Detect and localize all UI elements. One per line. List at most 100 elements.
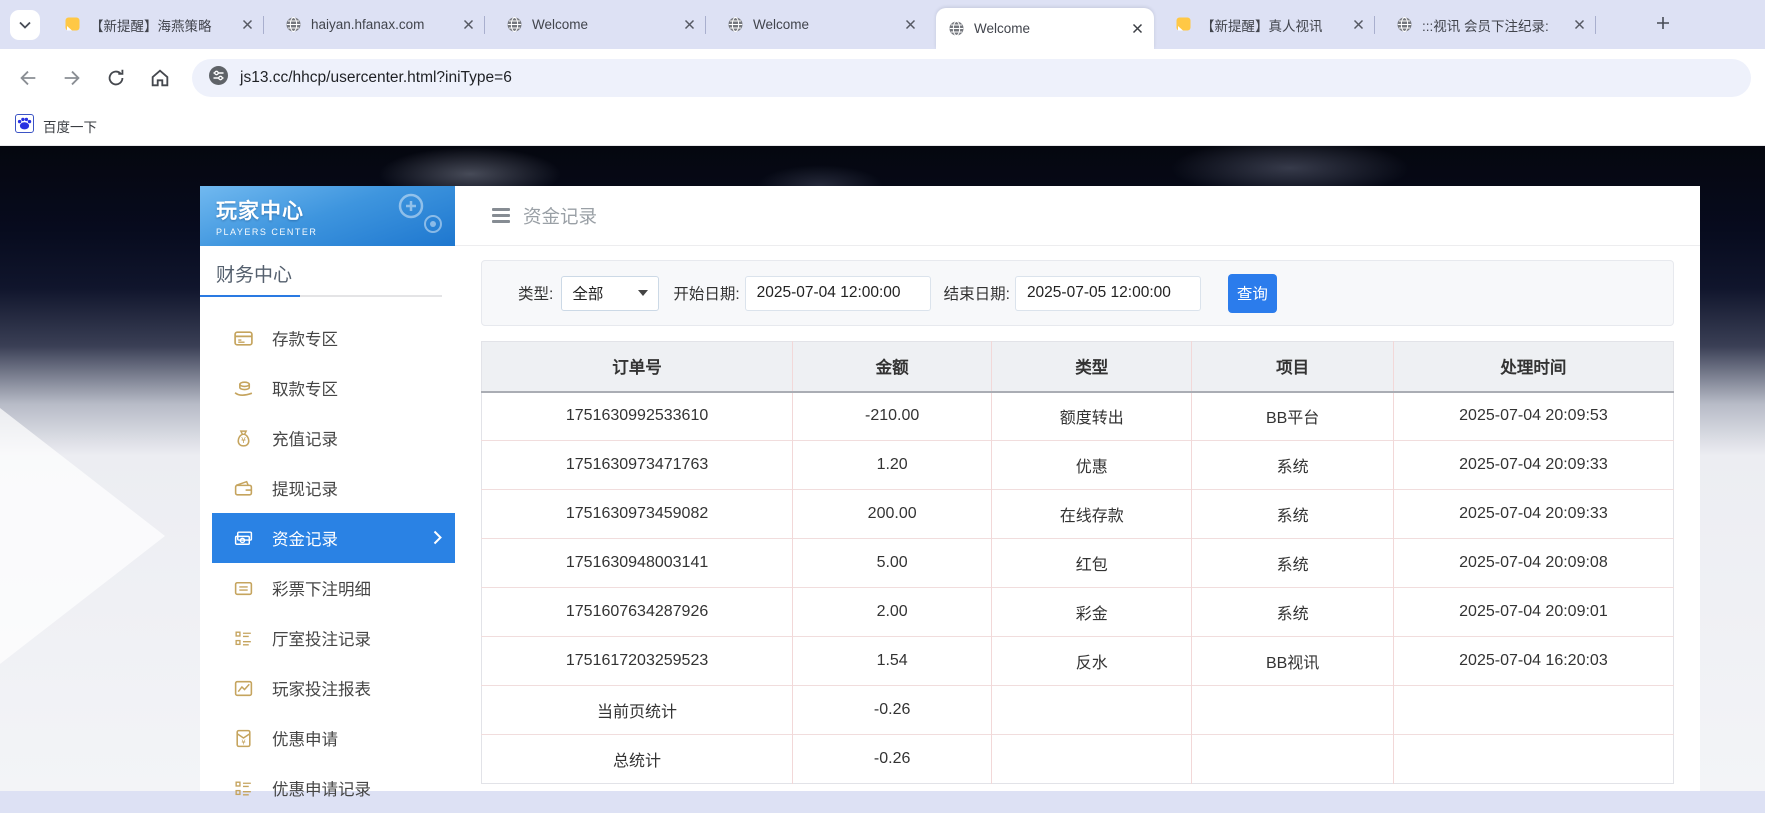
sidebar-item-label: 资金记录 xyxy=(272,526,338,550)
tab-hfanax[interactable]: haiyan.hfanax.com xyxy=(273,8,485,41)
hand-coins-icon xyxy=(233,378,254,399)
chart-report-icon xyxy=(233,678,254,699)
svg-text:¥: ¥ xyxy=(241,436,246,445)
close-icon[interactable] xyxy=(1571,16,1588,33)
new-tab-button[interactable] xyxy=(1650,12,1676,38)
tab-welcome-1[interactable]: Welcome xyxy=(494,8,706,41)
url-bar[interactable]: js13.cc/hhcp/usercenter.html?iniType=6 xyxy=(192,59,1751,97)
cell-order-no: 1751630948003141 xyxy=(482,539,793,588)
tab-title: 【新提醒】海燕策略 xyxy=(90,15,235,35)
type-select[interactable]: 全部 xyxy=(561,276,659,311)
table-row: 1751607634287926 2.00 彩金 系统 2025-07-04 2… xyxy=(482,588,1674,637)
cell-order-no: 1751617203259523 xyxy=(482,637,793,686)
cell-amount: -210.00 xyxy=(793,392,992,441)
cell-project: 系统 xyxy=(1192,441,1393,490)
tab-zhenren-alert[interactable]: 【新提醒】真人视讯 xyxy=(1163,8,1375,41)
table-row: 1751630992533610 -210.00 额度转出 BB平台 2025-… xyxy=(482,392,1674,441)
end-date-input[interactable] xyxy=(1015,276,1201,311)
cell-type: 红包 xyxy=(992,539,1192,588)
table-row-page-total: 当前页统计 -0.26 xyxy=(482,686,1674,735)
web-page: 玩家中心 PLAYERS CENTER 财务中心 存款专区 取款专区 xyxy=(0,146,1765,791)
sidebar-item-withdrawal-record[interactable]: 提现记录 xyxy=(200,463,455,513)
home-icon[interactable] xyxy=(148,66,172,90)
ticket-list-icon xyxy=(233,578,254,599)
globe-icon xyxy=(506,16,523,33)
cell-label: 总统计 xyxy=(482,735,793,784)
type-label: 类型: xyxy=(518,282,553,304)
sidebar-item-lottery-bet-detail[interactable]: 彩票下注明细 xyxy=(200,563,455,613)
sidebar-item-label: 厅室投注记录 xyxy=(272,626,371,650)
funds-record-table: 订单号 金额 类型 项目 处理时间 1751630992533610 -210.… xyxy=(481,341,1674,784)
close-icon[interactable] xyxy=(1350,16,1367,33)
close-icon[interactable] xyxy=(1129,20,1146,37)
column-header-amount: 金额 xyxy=(793,342,992,392)
chevron-down-icon xyxy=(638,290,648,296)
sidebar-item-promo-apply-record[interactable]: 优惠申请记录 xyxy=(200,763,455,813)
tab-title: 【新提醒】真人视讯 xyxy=(1201,15,1346,35)
tab-welcome-active[interactable]: Welcome xyxy=(936,8,1154,49)
content-header: 资金记录 xyxy=(455,186,1700,246)
main-content-panel: 资金记录 类型: 全部 开始日期: 结束日期: 查询 订单号 金额 类型 xyxy=(455,186,1700,791)
tab-haiyan-alert[interactable]: 【新提醒】海燕策略 xyxy=(52,8,264,41)
back-icon[interactable] xyxy=(16,66,40,90)
filter-bar: 类型: 全部 开始日期: 结束日期: 查询 xyxy=(481,260,1674,326)
sidebar-menu: 存款专区 取款专区 ¥ 充值记录 提现记录 xyxy=(200,313,455,813)
column-header-process-time: 处理时间 xyxy=(1393,342,1673,392)
cell-process-time: 2025-07-04 20:09:53 xyxy=(1393,392,1673,441)
close-icon[interactable] xyxy=(239,16,256,33)
close-icon[interactable] xyxy=(460,16,477,33)
cell-type: 彩金 xyxy=(992,588,1192,637)
cell-process-time: 2025-07-04 20:09:01 xyxy=(1393,588,1673,637)
table-row-grand-total: 总统计 -0.26 xyxy=(482,735,1674,784)
cell-amount: 2.00 xyxy=(793,588,992,637)
list-squares-icon xyxy=(233,628,254,649)
tab-shixun-records[interactable]: :::视讯 会员下注纪录: xyxy=(1384,8,1596,41)
wallet-icon xyxy=(233,478,254,499)
cell-empty xyxy=(1393,735,1673,784)
sidebar-item-player-bet-report[interactable]: 玩家投注报表 xyxy=(200,663,455,713)
tab-title: :::视讯 会员下注纪录: xyxy=(1422,15,1567,35)
tab-welcome-2[interactable]: Welcome xyxy=(715,8,927,41)
deposit-card-icon xyxy=(233,328,254,349)
background-triangle-decoration xyxy=(0,408,165,664)
sidebar-item-hall-bet-record[interactable]: 厅室投注记录 xyxy=(200,613,455,663)
cell-type: 优惠 xyxy=(992,441,1192,490)
tab-search-button[interactable] xyxy=(10,10,40,40)
url-text: js13.cc/hhcp/usercenter.html?iniType=6 xyxy=(240,69,512,87)
players-center-sidebar: 玩家中心 PLAYERS CENTER 财务中心 存款专区 取款专区 xyxy=(200,186,455,791)
close-icon[interactable] xyxy=(902,16,919,33)
forward-icon[interactable] xyxy=(60,66,84,90)
sidebar-item-deposit-zone[interactable]: 存款专区 xyxy=(200,313,455,363)
start-date-input[interactable] xyxy=(745,276,931,311)
sidebar-item-label: 充值记录 xyxy=(272,426,338,450)
start-date-label: 开始日期: xyxy=(673,282,739,304)
cell-process-time: 2025-07-04 20:09:08 xyxy=(1393,539,1673,588)
cell-label: 当前页统计 xyxy=(482,686,793,735)
site-settings-icon[interactable] xyxy=(208,65,229,91)
cell-amount: -0.26 xyxy=(793,735,992,784)
chat-yellow-icon xyxy=(1175,16,1192,33)
cell-empty xyxy=(992,686,1192,735)
chevron-down-icon xyxy=(19,16,31,34)
cell-amount: 200.00 xyxy=(793,490,992,539)
sidebar-item-withdraw-zone[interactable]: 取款专区 xyxy=(200,363,455,413)
cell-project: 系统 xyxy=(1192,490,1393,539)
sidebar-item-label: 彩票下注明细 xyxy=(272,576,371,600)
bookmark-baidu[interactable]: 百度一下 xyxy=(15,114,97,138)
column-header-order-no: 订单号 xyxy=(482,342,793,392)
sidebar-item-promo-apply[interactable]: ¥ 优惠申请 xyxy=(200,713,455,763)
baidu-paw-icon xyxy=(15,114,34,138)
svg-text:¥: ¥ xyxy=(241,738,246,746)
search-button[interactable]: 查询 xyxy=(1228,274,1277,313)
reload-icon[interactable] xyxy=(104,66,128,90)
sidebar-item-recharge-record[interactable]: ¥ 充值记录 xyxy=(200,413,455,463)
hamburger-icon[interactable] xyxy=(492,208,510,223)
sidebar-item-label: 提现记录 xyxy=(272,476,338,500)
sidebar-item-label: 优惠申请记录 xyxy=(272,776,371,800)
sidebar-item-label: 优惠申请 xyxy=(272,726,338,750)
tab-title: Welcome xyxy=(974,21,1125,36)
close-icon[interactable] xyxy=(681,16,698,33)
sidebar-item-funds-record[interactable]: 资金记录 xyxy=(212,513,455,563)
table-header-row: 订单号 金额 类型 项目 处理时间 xyxy=(482,342,1674,392)
money-bag-icon: ¥ xyxy=(233,428,254,449)
